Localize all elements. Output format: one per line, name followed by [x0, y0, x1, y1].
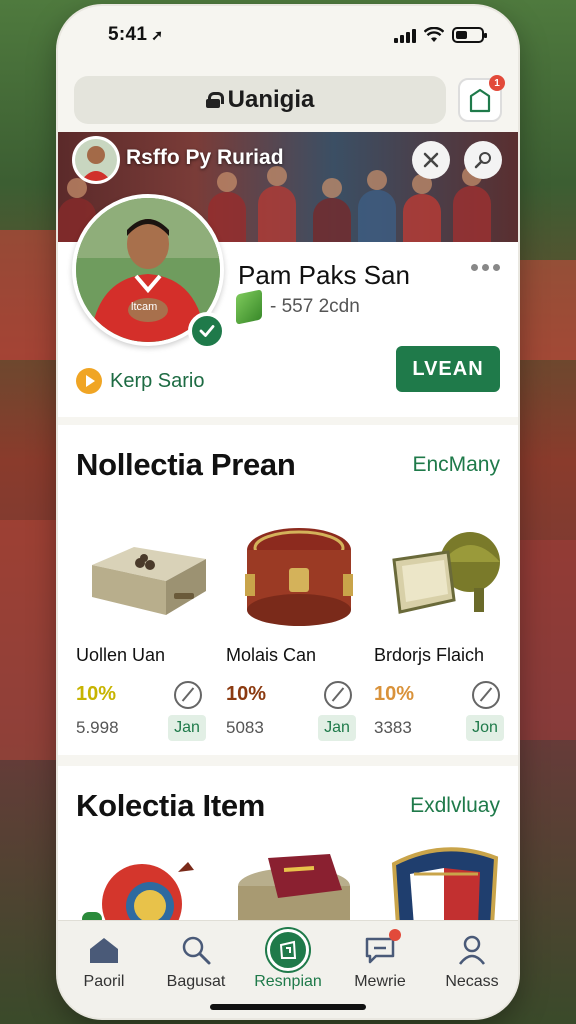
- svg-text:ltcam: ltcam: [131, 301, 157, 313]
- item-number: 5083: [226, 718, 264, 737]
- stat-text: - 557 2cdn: [270, 296, 360, 317]
- item-image-bell-icon: [374, 515, 518, 635]
- phone-screen: 5:41 ➚ Uanigia 1 Rsffo Py Ruriad ltcam P…: [58, 6, 518, 1018]
- status-icons: [394, 27, 487, 43]
- location-arrow-icon: ➚: [151, 27, 164, 43]
- item-percent: 10%: [76, 683, 117, 705]
- home-indicator[interactable]: [210, 1004, 366, 1010]
- tab-label: Paoril: [83, 973, 125, 990]
- item-name: Molais Can: [226, 645, 317, 665]
- item-percent: 10%: [226, 683, 267, 705]
- wifi-icon: [424, 27, 444, 42]
- banner-name: Rsffo Py Ruriad: [126, 146, 284, 169]
- banner-avatar: [72, 136, 120, 184]
- profile-card: ltcam Pam Paks San - 557 2cdn Kerp Sario…: [58, 194, 518, 417]
- collection-item[interactable]: Molais Can 10% 5083 Jan: [226, 515, 371, 745]
- url-bar[interactable]: Uanigia: [74, 76, 446, 124]
- bag-badge: 1: [489, 75, 505, 91]
- time-text: 5:41: [108, 24, 148, 45]
- compass-icon[interactable]: [324, 681, 352, 709]
- item-join-button[interactable]: Jan: [318, 715, 356, 741]
- item-join-button[interactable]: Jon: [466, 715, 504, 741]
- item-name: Uollen Uan: [76, 645, 166, 665]
- signal-icon: [394, 27, 416, 43]
- section-link[interactable]: EncMany: [412, 453, 500, 477]
- item-percent: 10%: [374, 683, 415, 705]
- item-image-crest-icon: [391, 847, 499, 926]
- section-link[interactable]: Exdlvluay: [410, 794, 500, 818]
- tab-home[interactable]: Paoril: [58, 921, 150, 1018]
- item-image-drum-icon: [238, 854, 350, 926]
- collection-item[interactable]: Uollen Uan 10% 5.998 Jan: [76, 515, 221, 745]
- item-name: Brdorjs Flaich: [374, 645, 485, 665]
- item-join-button[interactable]: Jan: [168, 715, 206, 741]
- search-icon: [474, 152, 491, 169]
- item-image-ornament-icon: [82, 862, 194, 926]
- collection-item[interactable]: Brdorjs Flaich 10% 3383 Jon: [374, 515, 518, 745]
- profile-name: Pam Paks San: [238, 260, 410, 290]
- profile-link-label: Kerp Sario: [110, 369, 205, 392]
- collection-section: Nollectia Prean EncMany Uollen Uan 10% 5…: [58, 425, 518, 755]
- lock-icon: [205, 92, 224, 108]
- compass-icon[interactable]: [174, 681, 202, 709]
- status-bar: 5:41 ➚: [58, 6, 518, 64]
- item-image-chest-icon: [226, 515, 371, 635]
- gem-icon: [236, 289, 262, 325]
- profile-stat: - 557 2cdn: [236, 289, 360, 325]
- close-icon: [423, 152, 439, 168]
- compass-icon[interactable]: [472, 681, 500, 709]
- bag-icon: [469, 88, 491, 113]
- bag-button[interactable]: 1: [458, 75, 505, 122]
- more-options-button[interactable]: [471, 264, 500, 271]
- notification-dot: [389, 929, 401, 941]
- item-number: 3383: [374, 718, 412, 737]
- status-time: 5:41 ➚: [108, 24, 163, 46]
- item-number: 5.998: [76, 718, 119, 737]
- profile-icon: [454, 933, 490, 967]
- close-button[interactable]: [412, 141, 450, 179]
- search-icon: [178, 933, 214, 967]
- verified-badge: [188, 312, 226, 350]
- section-title: Kolectia Item: [76, 788, 266, 823]
- primary-action-button[interactable]: LVEAN: [396, 346, 500, 392]
- search-button[interactable]: [464, 141, 502, 179]
- battery-icon: [452, 27, 487, 43]
- profile-link[interactable]: Kerp Sario: [76, 368, 205, 394]
- tab-label: Mewrie: [354, 973, 406, 990]
- url-text: Uanigia: [227, 86, 315, 113]
- check-icon: [199, 325, 215, 337]
- tab-profile[interactable]: Necass: [426, 921, 518, 1018]
- section-title: Nollectia Prean: [76, 447, 296, 482]
- bag-icon: [267, 929, 309, 971]
- tab-label: Bagusat: [166, 973, 226, 990]
- item-image-box-icon: [76, 515, 221, 635]
- play-icon: [76, 368, 102, 394]
- items-section: Kolectia Item Exdlvluay: [58, 766, 518, 926]
- tab-label: Necass: [445, 973, 499, 990]
- tab-label: Resnpian: [254, 973, 322, 990]
- bottom-tab-bar: Paoril Bagusat Resnpian Mewrie Necass: [58, 920, 518, 1018]
- browser-toolbar: Uanigia 1: [58, 64, 518, 130]
- home-icon: [86, 933, 122, 967]
